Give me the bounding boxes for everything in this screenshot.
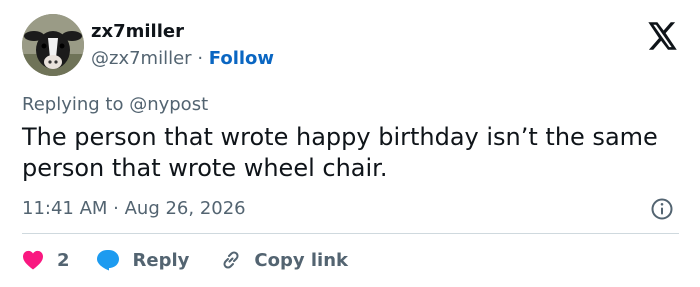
tweet-text: The person that wrote happy birthday isn… — [22, 123, 658, 182]
reply-label: Reply — [132, 249, 190, 271]
x-logo-icon[interactable] — [648, 22, 678, 50]
author-display-name[interactable]: zx7miller — [91, 21, 184, 42]
user-avatar[interactable] — [22, 14, 84, 76]
follow-button[interactable]: Follow — [209, 48, 274, 69]
info-icon[interactable] — [650, 197, 674, 221]
heart-icon — [23, 250, 43, 270]
copy-link-label: Copy link — [254, 249, 348, 271]
link-icon — [223, 251, 239, 269]
tweet-actions: 2 Reply Copy link — [22, 244, 348, 276]
reply-button[interactable]: Reply — [96, 249, 190, 271]
handle-separator: · — [197, 48, 204, 69]
tweet-timestamp[interactable]: 11:41 AM · Aug 26, 2026 — [22, 198, 246, 219]
replying-to[interactable]: Replying to @nypost — [22, 94, 208, 115]
reply-bubble-icon — [96, 250, 119, 271]
like-button[interactable]: 2 — [22, 250, 70, 271]
author-handle-line: @zx7miller · Follow — [91, 48, 274, 69]
tweet-header: zx7miller @zx7miller · Follow — [22, 14, 682, 80]
cow-avatar-icon — [22, 14, 84, 76]
copy-link-button[interactable]: Copy link — [219, 248, 348, 272]
actions-divider — [22, 233, 679, 234]
author-handle[interactable]: @zx7miller — [91, 48, 192, 69]
like-count: 2 — [57, 249, 70, 271]
